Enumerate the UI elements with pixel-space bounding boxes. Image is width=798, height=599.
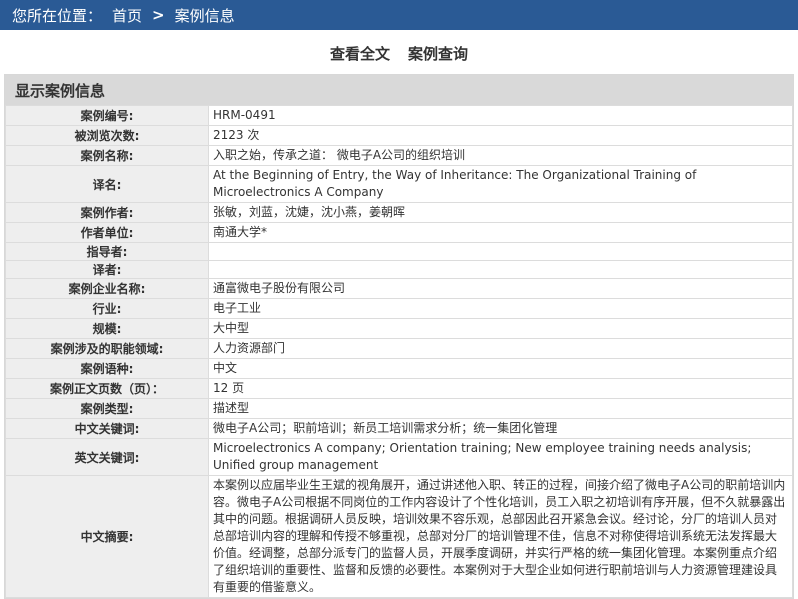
- field-label-views: 被浏览次数:: [5, 125, 209, 146]
- field-value-case-id: HRM-0491: [208, 105, 793, 126]
- table-row: 案例语种: 中文: [5, 358, 793, 379]
- table-row: 案例编号: HRM-0491: [5, 105, 793, 126]
- field-value-scale: 大中型: [208, 318, 793, 339]
- field-value-views: 2123 次: [208, 125, 793, 146]
- table-row: 行业: 电子工业: [5, 298, 793, 319]
- field-value-cn-abstract: 本案例以应届毕业生王斌的视角展开，通过讲述他入职、转正的过程，间接介绍了微电子A…: [208, 475, 793, 598]
- case-info-panel: 显示案例信息 案例编号: HRM-0491 被浏览次数: 2123 次 案例名称…: [4, 74, 794, 599]
- field-value-company: 通富微电子股份有限公司: [208, 278, 793, 299]
- breadcrumb-separator: >: [152, 6, 165, 24]
- case-info-table: 案例编号: HRM-0491 被浏览次数: 2123 次 案例名称: 入职之始，…: [5, 105, 793, 598]
- table-row: 案例作者: 张敏，刘蓝，沈婕，沈小燕，姜朝晖: [5, 202, 793, 223]
- field-label-translated-name: 译名:: [5, 165, 209, 203]
- field-label-case-id: 案例编号:: [5, 105, 209, 126]
- field-label-language: 案例语种:: [5, 358, 209, 379]
- field-value-page-count: 12 页: [208, 378, 793, 399]
- field-value-cn-keywords: 微电子A公司；职前培训；新员工培训需求分析；统一集团化管理: [208, 418, 793, 439]
- table-row: 案例类型: 描述型: [5, 398, 793, 419]
- breadcrumb-prefix: 您所在位置：: [12, 6, 103, 25]
- table-row: 案例名称: 入职之始，传承之道： 微电子A公司的组织培训: [5, 145, 793, 166]
- table-row: 案例正文页数（页）： 12 页: [5, 378, 793, 399]
- breadcrumb: 您所在位置： 首页 > 案例信息: [0, 0, 798, 30]
- table-row: 译名: At the Beginning of Entry, the Way o…: [5, 165, 793, 203]
- table-row: 作者单位: 南通大学*: [5, 222, 793, 243]
- breadcrumb-home-link[interactable]: 首页: [112, 5, 142, 26]
- field-value-industry: 电子工业: [208, 298, 793, 319]
- field-label-company: 案例企业名称:: [5, 278, 209, 299]
- section-title: 显示案例信息: [5, 75, 793, 105]
- field-value-translated-name: At the Beginning of Entry, the Way of In…: [208, 165, 793, 203]
- table-row: 案例涉及的职能领域: 人力资源部门: [5, 338, 793, 359]
- table-row: 被浏览次数: 2123 次: [5, 125, 793, 146]
- field-label-industry: 行业:: [5, 298, 209, 319]
- field-label-translator: 译者:: [5, 260, 209, 279]
- field-label-cn-abstract: 中文摘要:: [5, 475, 209, 598]
- field-value-functional-area: 人力资源部门: [208, 338, 793, 359]
- table-row: 中文关键词: 微电子A公司；职前培训；新员工培训需求分析；统一集团化管理: [5, 418, 793, 439]
- field-label-page-count: 案例正文页数（页）：: [5, 378, 209, 399]
- action-links: 查看全文 案例查询: [0, 30, 798, 74]
- field-value-authors: 张敏，刘蓝，沈婕，沈小燕，姜朝晖: [208, 202, 793, 223]
- field-label-case-type: 案例类型:: [5, 398, 209, 419]
- field-value-advisor: [208, 242, 793, 261]
- table-row: 规模: 大中型: [5, 318, 793, 339]
- field-value-author-unit: 南通大学*: [208, 222, 793, 243]
- table-row: 英文关键词: Microelectronics A company; Orien…: [5, 438, 793, 476]
- field-value-en-keywords: Microelectronics A company; Orientation …: [208, 438, 793, 476]
- field-label-author-unit: 作者单位:: [5, 222, 209, 243]
- field-label-cn-keywords: 中文关键词:: [5, 418, 209, 439]
- field-value-language: 中文: [208, 358, 793, 379]
- field-value-case-type: 描述型: [208, 398, 793, 419]
- field-label-case-name: 案例名称:: [5, 145, 209, 166]
- table-row: 指导者:: [5, 242, 793, 261]
- field-label-en-keywords: 英文关键词:: [5, 438, 209, 476]
- field-value-translator: [208, 260, 793, 279]
- table-row: 译者:: [5, 260, 793, 279]
- field-label-advisor: 指导者:: [5, 242, 209, 261]
- table-row: 中文摘要: 本案例以应届毕业生王斌的视角展开，通过讲述他入职、转正的过程，间接介…: [5, 475, 793, 598]
- field-label-scale: 规模:: [5, 318, 209, 339]
- table-row: 案例企业名称: 通富微电子股份有限公司: [5, 278, 793, 299]
- view-full-text-link[interactable]: 查看全文: [330, 43, 390, 64]
- field-label-authors: 案例作者:: [5, 202, 209, 223]
- breadcrumb-current: 案例信息: [174, 6, 235, 25]
- field-label-functional-area: 案例涉及的职能领域:: [5, 338, 209, 359]
- case-query-link[interactable]: 案例查询: [408, 43, 468, 64]
- field-value-case-name: 入职之始，传承之道： 微电子A公司的组织培训: [208, 145, 793, 166]
